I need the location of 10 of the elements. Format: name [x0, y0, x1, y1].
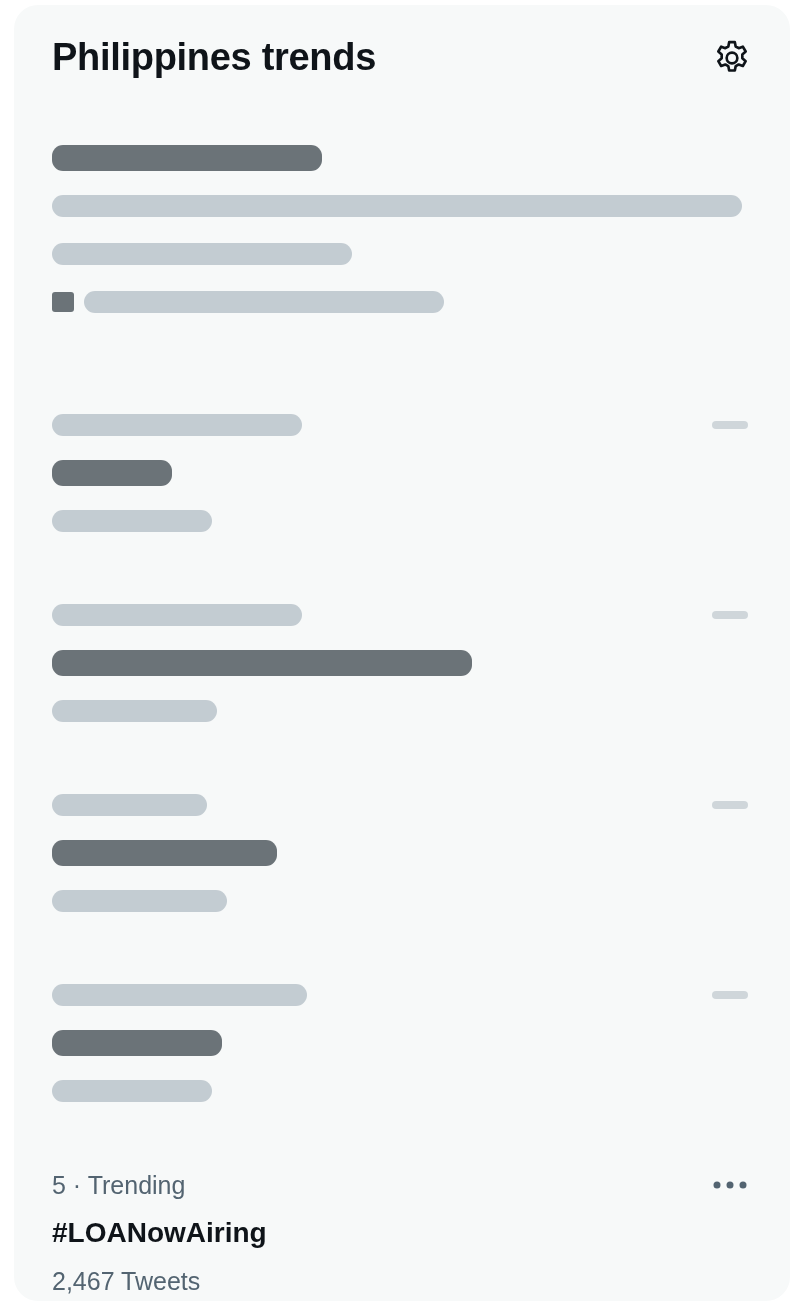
promoted-icon: [52, 292, 74, 312]
tweet-count: 2,467 Tweets: [52, 1266, 202, 1297]
more-icon[interactable]: [712, 1180, 748, 1190]
panel-title: Philippines trends: [52, 35, 376, 81]
hidden-more-bar: [712, 421, 748, 429]
hidden-more-bar: [712, 991, 748, 999]
hidden-more-bar: [712, 611, 748, 619]
trend-title[interactable]: #LOANowAiring: [52, 1209, 267, 1257]
hidden-more-bar: [712, 801, 748, 809]
trend-meta: 5 · Trending: [52, 1170, 187, 1201]
